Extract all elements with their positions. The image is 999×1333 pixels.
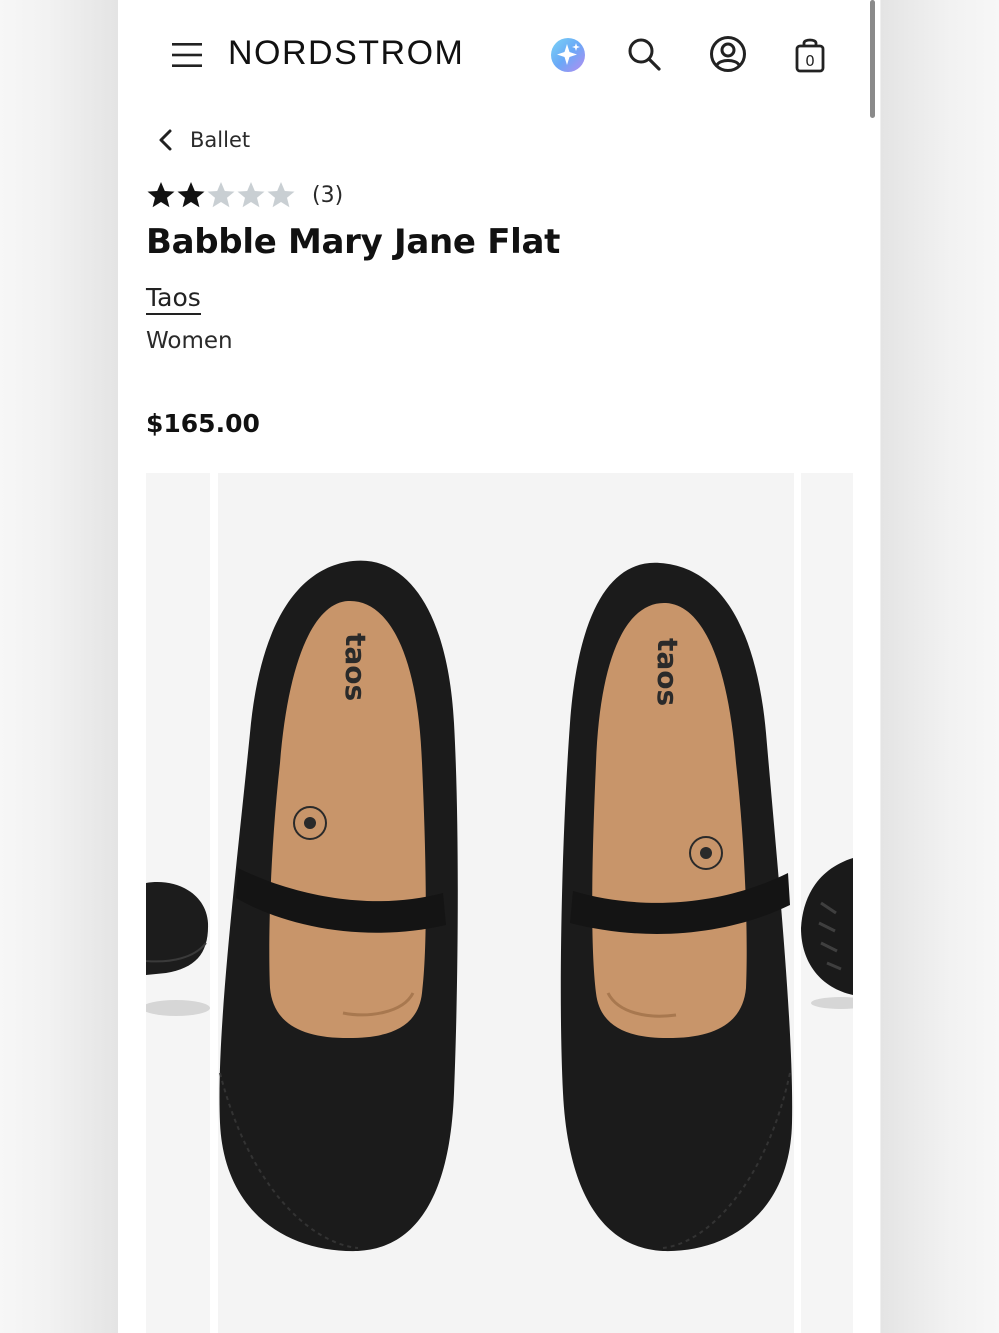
shoe-side-image: [146, 882, 210, 1016]
background-left: [0, 0, 118, 1333]
background-right: [881, 0, 999, 1333]
product-gender: Women: [146, 328, 233, 354]
star-filled-icon: [147, 182, 175, 208]
brand-link[interactable]: Taos: [146, 283, 201, 315]
hamburger-menu-icon[interactable]: [170, 38, 204, 72]
breadcrumb-label: Ballet: [190, 128, 251, 152]
ai-assistant-icon[interactable]: [548, 34, 588, 74]
mary-jane-shoes-image: taos taos: [219, 560, 793, 1252]
product-page: NORDSTROM 0 Ballet (3) Babble Mary Jane …: [118, 0, 880, 1333]
shopping-bag-icon[interactable]: 0: [790, 34, 830, 74]
chevron-left-icon: [159, 129, 172, 151]
star-empty-icon: [267, 182, 295, 208]
star-filled-icon: [177, 182, 205, 208]
image-carousel[interactable]: taos taos: [146, 473, 880, 1333]
nordstrom-logo[interactable]: NORDSTROM: [228, 34, 464, 73]
rating[interactable]: (3): [146, 180, 343, 210]
star-empty-icon: [237, 182, 265, 208]
insole-brand-right: taos: [651, 638, 684, 706]
product-price: $165.00: [146, 409, 260, 438]
product-title: Babble Mary Jane Flat: [146, 222, 561, 262]
account-icon[interactable]: [708, 34, 748, 74]
product-main-image[interactable]: taos taos: [218, 473, 794, 1333]
star-empty-icon: [207, 182, 235, 208]
star-rating: [146, 180, 296, 210]
scrollbar[interactable]: [870, 0, 875, 118]
next-image-peek[interactable]: [801, 473, 853, 1333]
site-header: NORDSTROM 0: [118, 0, 880, 110]
previous-image-peek[interactable]: [146, 473, 210, 1333]
shoe-sole-image: [801, 858, 853, 1009]
search-icon[interactable]: [624, 34, 664, 74]
bag-count: 0: [805, 52, 815, 70]
review-count[interactable]: (3): [312, 183, 343, 208]
breadcrumb[interactable]: Ballet: [156, 124, 250, 156]
insole-brand-left: taos: [339, 633, 372, 701]
